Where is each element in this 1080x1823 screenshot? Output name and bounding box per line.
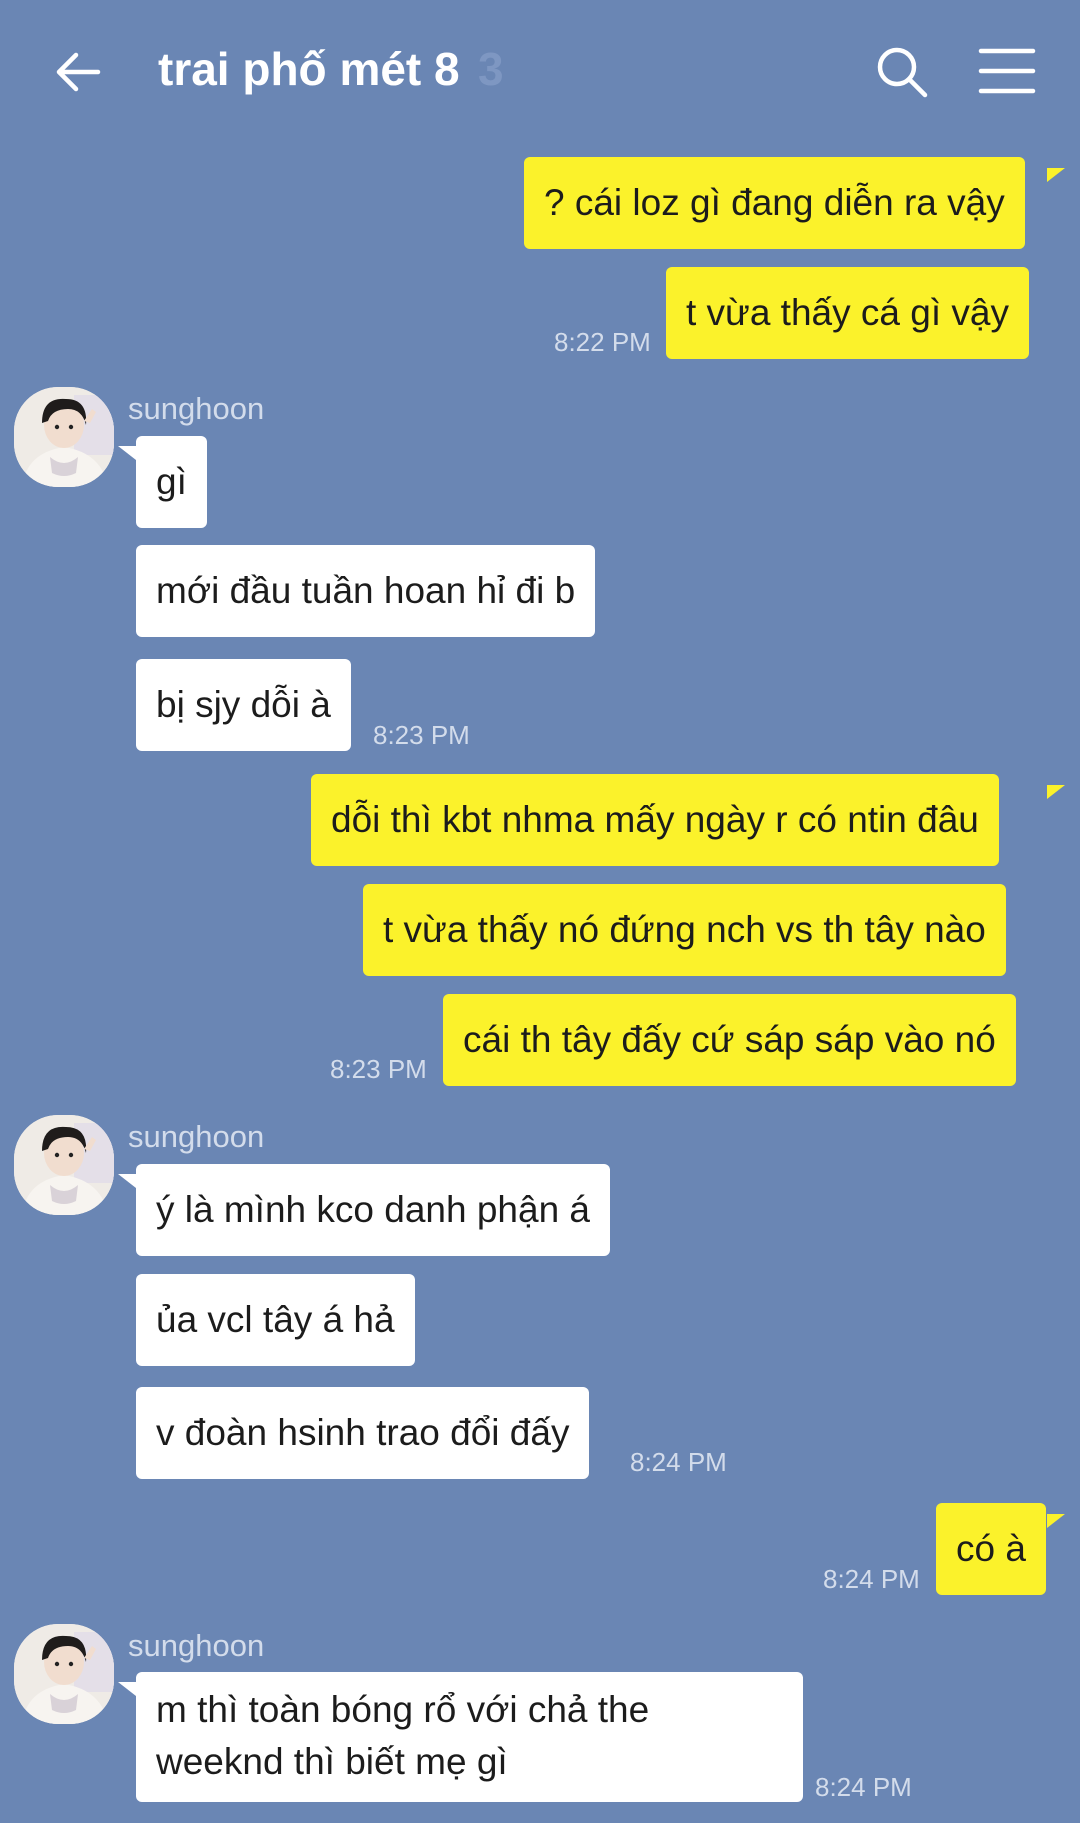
sender-name: sunghoon <box>128 1628 265 1663</box>
message-bubble-sent[interactable]: t vừa thấy nó đứng nch vs th tây nào <box>363 884 1006 976</box>
bubble-tail <box>118 1682 136 1696</box>
bubble-tail <box>1047 168 1065 182</box>
avatar[interactable] <box>14 1115 114 1215</box>
menu-button[interactable] <box>978 46 1036 96</box>
search-icon <box>877 47 928 98</box>
message-bubble-sent[interactable]: dỗi thì kbt nhma mấy ngày r có ntin đâu <box>311 774 999 866</box>
message-bubble-received[interactable]: mới đầu tuần hoan hỉ đi b <box>136 545 596 637</box>
bubble-tail <box>1047 785 1065 799</box>
avatar[interactable] <box>14 387 114 487</box>
chat-title: trai phố mét 8 <box>158 43 460 95</box>
sender-name: sunghoon <box>128 1119 265 1154</box>
arrow-left-icon <box>56 52 101 92</box>
bubble-tail <box>118 446 136 460</box>
message-bubble-received[interactable]: v đoàn hsinh trao đổi đấy <box>136 1387 590 1479</box>
message-timestamp: 8:24 PM <box>630 1447 727 1477</box>
back-button[interactable] <box>50 44 106 100</box>
message-timestamp: 8:23 PM <box>373 720 470 750</box>
search-button[interactable] <box>874 44 930 100</box>
bubble-tail <box>1047 1514 1065 1528</box>
member-count: 3 <box>478 43 504 95</box>
message-timestamp: 8:24 PM <box>823 1564 920 1594</box>
chat-header: trai phố mét 8 3 <box>0 0 1080 140</box>
message-bubble-sent[interactable]: ? cái loz gì đang diễn ra vậy <box>524 157 1025 249</box>
message-bubble-sent[interactable]: cái th tây đấy cứ sáp sáp vào nó <box>443 994 1016 1086</box>
message-bubble-received[interactable]: gì <box>136 436 207 528</box>
message-bubble-sent[interactable]: có à <box>936 1503 1046 1595</box>
message-timestamp: 8:22 PM <box>554 327 651 357</box>
message-bubble-received[interactable]: bị sjy dỗi à <box>136 659 351 751</box>
message-timestamp: 8:24 PM <box>815 1772 912 1802</box>
avatar[interactable] <box>14 1624 114 1724</box>
message-bubble-sent[interactable]: t vừa thấy cá gì vậy <box>666 267 1029 359</box>
message-bubble-received[interactable]: ủa vcl tây á hả <box>136 1274 415 1366</box>
message-timestamp: 8:23 PM <box>330 1054 427 1084</box>
sender-name: sunghoon <box>128 391 265 426</box>
hamburger-menu-icon <box>978 48 1036 94</box>
message-bubble-received[interactable]: ý là mình kco danh phận á <box>136 1164 611 1256</box>
message-bubble-received[interactable]: m thì toàn bóng rổ với chả the weeknd th… <box>136 1672 803 1802</box>
bubble-tail <box>118 1174 136 1188</box>
